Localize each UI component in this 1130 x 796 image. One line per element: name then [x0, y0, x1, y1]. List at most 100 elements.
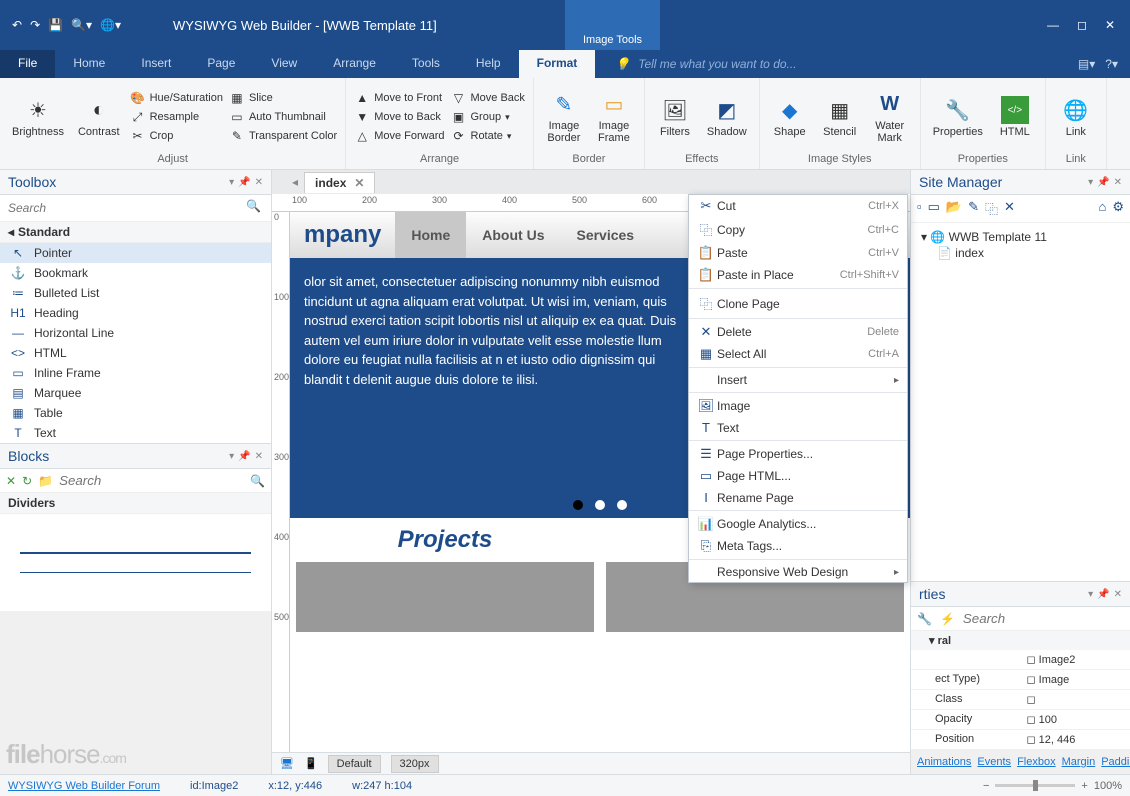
prop-link-flexbox[interactable]: Flexbox [1017, 756, 1056, 768]
maximize-icon[interactable]: ◻ [1077, 18, 1087, 32]
properties-button[interactable]: 🔧Properties [929, 94, 987, 140]
zoom-slider[interactable] [995, 784, 1075, 787]
ctx-page-properties-[interactable]: ☰Page Properties... [689, 443, 907, 465]
new-folder-icon[interactable]: ▭ [928, 199, 940, 218]
contextual-tab-image-tools[interactable]: Image Tools [565, 0, 660, 50]
crop-button[interactable]: ✂Crop [130, 128, 223, 144]
ctx-select-all[interactable]: ▦Select AllCtrl+A [689, 343, 907, 365]
layout-icon[interactable]: ▤▾ [1078, 57, 1095, 71]
html-button[interactable]: </>HTML [993, 94, 1037, 140]
close-panel-icon[interactable]: ✕ [1114, 589, 1122, 600]
redo-icon[interactable]: ↷ [30, 18, 40, 32]
nav-about[interactable]: About Us [466, 212, 560, 258]
save-icon[interactable]: 💾 [48, 18, 63, 32]
zoom-in-icon[interactable]: + [1081, 780, 1087, 792]
prop-row[interactable]: Position◻ 12, 446 [911, 730, 1130, 750]
dropdown-icon[interactable]: ▾ [1088, 177, 1093, 188]
home-icon[interactable]: ⌂ [1098, 199, 1106, 218]
close-panel-icon[interactable]: ✕ [255, 451, 263, 462]
prop-category[interactable]: ▾ ral [911, 631, 1130, 650]
tool-inline-frame[interactable]: ▭Inline Frame [0, 363, 271, 383]
link-button[interactable]: 🌐Link [1054, 94, 1098, 140]
ctx-meta-tags-[interactable]: ⎘Meta Tags... [689, 535, 907, 557]
stencil-button[interactable]: ▦Stencil [818, 94, 862, 140]
pin-icon[interactable]: 📌 [238, 451, 250, 462]
pin-icon[interactable]: 📌 [1097, 589, 1109, 600]
nav-services[interactable]: Services [560, 212, 650, 258]
contrast-button[interactable]: ◐Contrast [74, 94, 124, 140]
tab-index[interactable]: index✕ [304, 172, 375, 193]
refresh-icon[interactable]: ✕ [6, 474, 16, 488]
prop-row[interactable]: ◻ Image2 [911, 650, 1130, 670]
divider-preview[interactable] [0, 514, 271, 611]
menu-file[interactable]: File [0, 50, 55, 78]
search-icon[interactable]: 🔍 [240, 199, 267, 217]
prop-row[interactable]: ect Type)◻ Image [911, 670, 1130, 690]
open-icon[interactable]: 📂 [946, 199, 962, 218]
ctx-paste-in-place[interactable]: 📋Paste in PlaceCtrl+Shift+V [689, 264, 907, 286]
sync-icon[interactable]: ↻ [22, 474, 32, 488]
brightness-button[interactable]: ☀Brightness [8, 94, 68, 140]
tool-bulleted-list[interactable]: ≔Bulleted List [0, 283, 271, 303]
menu-tools[interactable]: Tools [394, 50, 458, 78]
filters-button[interactable]: 🖼Filters [653, 94, 697, 140]
undo-icon[interactable]: ↶ [12, 18, 22, 32]
help-icon[interactable]: ?▾ [1105, 57, 1118, 71]
close-panel-icon[interactable]: ✕ [1114, 177, 1122, 188]
move-to-back-button[interactable]: ▼Move to Back [354, 109, 444, 125]
menu-format[interactable]: Format [519, 50, 596, 78]
gear-icon[interactable]: ⚙ [1112, 199, 1124, 218]
menu-insert[interactable]: Insert [123, 50, 189, 78]
group-button[interactable]: ▣Group▾ [451, 109, 525, 125]
tool-table[interactable]: ▦Table [0, 403, 271, 423]
tree-page-index[interactable]: 📄 index [917, 245, 1124, 261]
search-icon[interactable]: 🔍 [250, 474, 265, 488]
wrench-icon[interactable]: 🔧 [917, 612, 932, 626]
close-panel-icon[interactable]: ✕ [255, 177, 263, 188]
ctx-rename-page[interactable]: IRename Page [689, 487, 907, 508]
breakpoint-default[interactable]: Default [328, 755, 381, 773]
tool-text[interactable]: TText [0, 423, 271, 443]
ctx-text[interactable]: TText [689, 417, 907, 438]
blocks-category-dividers[interactable]: Dividers [0, 493, 271, 514]
delete-icon[interactable]: ✕ [1004, 199, 1015, 218]
tool-marquee[interactable]: ▤Marquee [0, 383, 271, 403]
image-frame-button[interactable]: ▭Image Frame [592, 88, 636, 146]
prop-link-events[interactable]: Events [977, 756, 1011, 768]
auto-thumbnail-button[interactable]: ▭Auto Thumbnail [229, 109, 337, 125]
blocks-search-input[interactable] [59, 473, 244, 488]
ctx-responsive-web-design[interactable]: Responsive Web Design▸ [689, 562, 907, 582]
dropdown-icon[interactable]: ▾ [229, 177, 234, 188]
forum-link[interactable]: WYSIWYG Web Builder Forum [8, 780, 160, 792]
resample-button[interactable]: ⤢Resample [130, 109, 223, 125]
hue-saturation-button[interactable]: 🎨Hue/Saturation [130, 90, 223, 106]
slice-button[interactable]: ▦Slice [229, 90, 337, 106]
toolbox-category[interactable]: ◂ Standard [0, 222, 271, 243]
ctx-insert[interactable]: Insert▸ [689, 370, 907, 390]
ctx-copy[interactable]: ⿻CopyCtrl+C [689, 217, 907, 242]
publish-icon[interactable]: 🌐▾ [100, 18, 121, 32]
tab-close-icon[interactable]: ✕ [354, 176, 364, 190]
pin-icon[interactable]: 📌 [1097, 177, 1109, 188]
ctx-page-html-[interactable]: ▭Page HTML... [689, 465, 907, 487]
folder-icon[interactable]: 📁 [38, 474, 53, 488]
prop-row[interactable]: Class◻ [911, 690, 1130, 710]
ctx-cut[interactable]: ✂CutCtrl+X [689, 195, 907, 217]
dropdown-icon[interactable]: ▾ [1088, 589, 1093, 600]
prop-link-animations[interactable]: Animations [917, 756, 971, 768]
tell-me-search[interactable]: 💡 Tell me what you want to do... [595, 50, 1066, 78]
move-to-front-button[interactable]: ▲Move to Front [354, 90, 444, 106]
menu-view[interactable]: View [253, 50, 315, 78]
nav-home[interactable]: Home [395, 212, 466, 258]
tool-bookmark[interactable]: ⚓Bookmark [0, 263, 271, 283]
move-forward-button[interactable]: △Move Forward [354, 128, 444, 144]
ctx-paste[interactable]: 📋PasteCtrl+V [689, 242, 907, 264]
transparent-color-button[interactable]: ✎Transparent Color [229, 128, 337, 144]
pin-icon[interactable]: 📌 [238, 177, 250, 188]
zoom-out-icon[interactable]: − [983, 780, 989, 792]
ctx-clone-page[interactable]: ⿻Clone Page [689, 291, 907, 316]
edit-icon[interactable]: ✎ [968, 199, 979, 218]
dropdown-icon[interactable]: ▾ [229, 451, 234, 462]
device-icon[interactable]: 🖥 [280, 757, 294, 770]
move-back-button[interactable]: ▽Move Back [451, 90, 525, 106]
